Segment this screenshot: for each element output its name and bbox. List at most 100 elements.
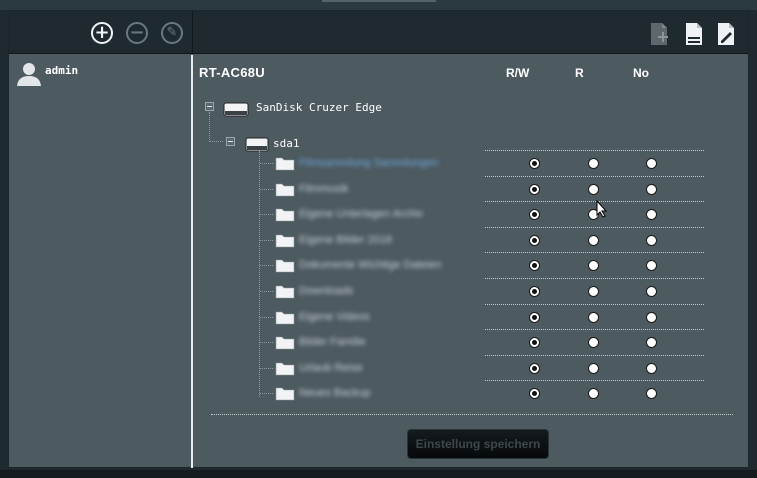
permission-radio-r[interactable] xyxy=(588,235,599,246)
folder-row: Bilder Familie xyxy=(195,329,748,356)
disk-collapse-toggle[interactable] xyxy=(205,102,214,111)
folder-name[interactable]: Eigene Unterlagen Archiv xyxy=(299,208,423,220)
folder-icon xyxy=(275,259,295,273)
tree-connector xyxy=(260,393,273,394)
disk-name[interactable]: SanDisk Cruzer Edge xyxy=(256,101,382,114)
partition-name[interactable]: sda1 xyxy=(273,137,300,150)
permission-radio-no[interactable] xyxy=(646,363,657,374)
folder-icon xyxy=(275,183,295,197)
permission-radio-no[interactable] xyxy=(646,260,657,271)
file-edit-icon[interactable] xyxy=(716,22,736,46)
edit-icon: ✎ xyxy=(166,25,178,40)
tree-connector xyxy=(260,342,273,343)
folder-icon xyxy=(275,208,295,222)
permission-radio-r[interactable] xyxy=(588,337,599,348)
permission-radio-r[interactable] xyxy=(588,184,599,195)
folder-name[interactable]: Bilder Familie xyxy=(299,336,366,348)
permission-radio-rw[interactable] xyxy=(529,312,540,323)
tree-connector xyxy=(260,291,273,292)
folder-icon xyxy=(275,157,295,171)
edit-user-button[interactable]: ✎ xyxy=(161,22,183,44)
permission-radio-no[interactable] xyxy=(646,209,657,220)
row-separator xyxy=(485,355,704,356)
permission-radio-rw[interactable] xyxy=(529,363,540,374)
column-header-r: R xyxy=(575,66,584,80)
remove-user-button[interactable]: − xyxy=(126,22,148,44)
folder-icon xyxy=(275,336,295,350)
permission-radio-no[interactable] xyxy=(646,158,657,169)
folder-row: Eigene Videos xyxy=(195,304,748,331)
permission-radio-r[interactable] xyxy=(588,363,599,374)
permission-radio-rw[interactable] xyxy=(529,235,540,246)
mouse-cursor-icon xyxy=(596,200,608,218)
remove-icon: − xyxy=(129,22,145,43)
folder-row: Urlaub Reise xyxy=(195,355,748,382)
folder-name[interactable]: Dokumente Wichtige Dateien xyxy=(299,259,441,271)
tree-connector xyxy=(260,265,273,266)
window-grip[interactable] xyxy=(322,0,436,2)
tree-connector xyxy=(210,141,223,142)
partition-collapse-toggle[interactable] xyxy=(226,137,235,146)
tree-connector xyxy=(260,214,273,215)
user-name: admin xyxy=(45,64,79,77)
permission-radio-rw[interactable] xyxy=(529,388,540,399)
router-name: RT-AC68U xyxy=(199,65,265,80)
folder-row: Dokumente Wichtige Dateien xyxy=(195,252,748,279)
permission-radio-rw[interactable] xyxy=(529,158,540,169)
add-icon: + xyxy=(94,22,110,43)
folder-icon xyxy=(275,362,295,376)
folder-row: Eigene Bilder 2018 xyxy=(195,227,748,254)
permission-radio-no[interactable] xyxy=(646,312,657,323)
row-separator xyxy=(485,380,704,381)
permission-radio-r[interactable] xyxy=(588,312,599,323)
folder-icon xyxy=(275,387,295,401)
folder-icon xyxy=(275,285,295,299)
folder-name[interactable]: Downloads xyxy=(299,285,353,297)
user-item-admin[interactable]: admin xyxy=(15,61,185,87)
tree-connector xyxy=(260,368,273,369)
window-top-strip xyxy=(0,0,757,10)
folder-icon xyxy=(275,234,295,248)
folder-row: Eigene Unterlagen Archiv xyxy=(195,201,748,228)
permission-radio-r[interactable] xyxy=(588,260,599,271)
folder-add-icon[interactable] xyxy=(649,22,669,46)
folder-icon xyxy=(275,311,295,325)
save-settings-button[interactable]: Einstellung speichern xyxy=(407,429,549,459)
folder-name[interactable]: Urlaub Reise xyxy=(299,362,363,374)
row-separator xyxy=(485,329,704,330)
add-user-button[interactable]: + xyxy=(91,22,113,44)
permission-radio-rw[interactable] xyxy=(529,286,540,297)
folder-row: Neues Backup xyxy=(195,380,748,407)
row-separator xyxy=(485,227,704,228)
user-toolbar: + − ✎ xyxy=(9,11,193,54)
permission-radio-r[interactable] xyxy=(588,388,599,399)
permission-radio-no[interactable] xyxy=(646,337,657,348)
row-separator xyxy=(485,201,704,202)
permission-radio-rw[interactable] xyxy=(529,184,540,195)
permission-radio-rw[interactable] xyxy=(529,209,540,220)
folder-row: Downloads xyxy=(195,278,748,305)
tree-connector xyxy=(260,240,273,241)
folder-permissions: RT-AC68U R/W R No SanDisk Cruzer Edge sd… xyxy=(195,55,748,468)
row-separator xyxy=(485,176,704,177)
permission-radio-no[interactable] xyxy=(646,286,657,297)
permission-radio-no[interactable] xyxy=(646,235,657,246)
row-separator xyxy=(485,278,704,279)
folder-name[interactable]: Eigene Videos xyxy=(299,311,370,323)
folder-name[interactable]: Neues Backup xyxy=(299,387,371,399)
folder-name[interactable]: Filmmusik xyxy=(299,183,349,195)
folder-name[interactable]: Filmsammlung Sammlungen xyxy=(299,157,438,169)
row-separator xyxy=(485,304,704,305)
permission-radio-rw[interactable] xyxy=(529,337,540,348)
permission-radio-no[interactable] xyxy=(646,184,657,195)
tree-connector xyxy=(260,317,273,318)
file-share-icon[interactable] xyxy=(684,22,704,46)
permission-radio-r[interactable] xyxy=(588,158,599,169)
user-icon xyxy=(17,63,41,86)
folder-name[interactable]: Eigene Bilder 2018 xyxy=(299,234,392,246)
permission-radio-r[interactable] xyxy=(588,286,599,297)
toolbar: + − ✎ xyxy=(9,11,748,54)
row-separator xyxy=(485,252,704,253)
permission-radio-no[interactable] xyxy=(646,388,657,399)
permission-radio-rw[interactable] xyxy=(529,260,540,271)
